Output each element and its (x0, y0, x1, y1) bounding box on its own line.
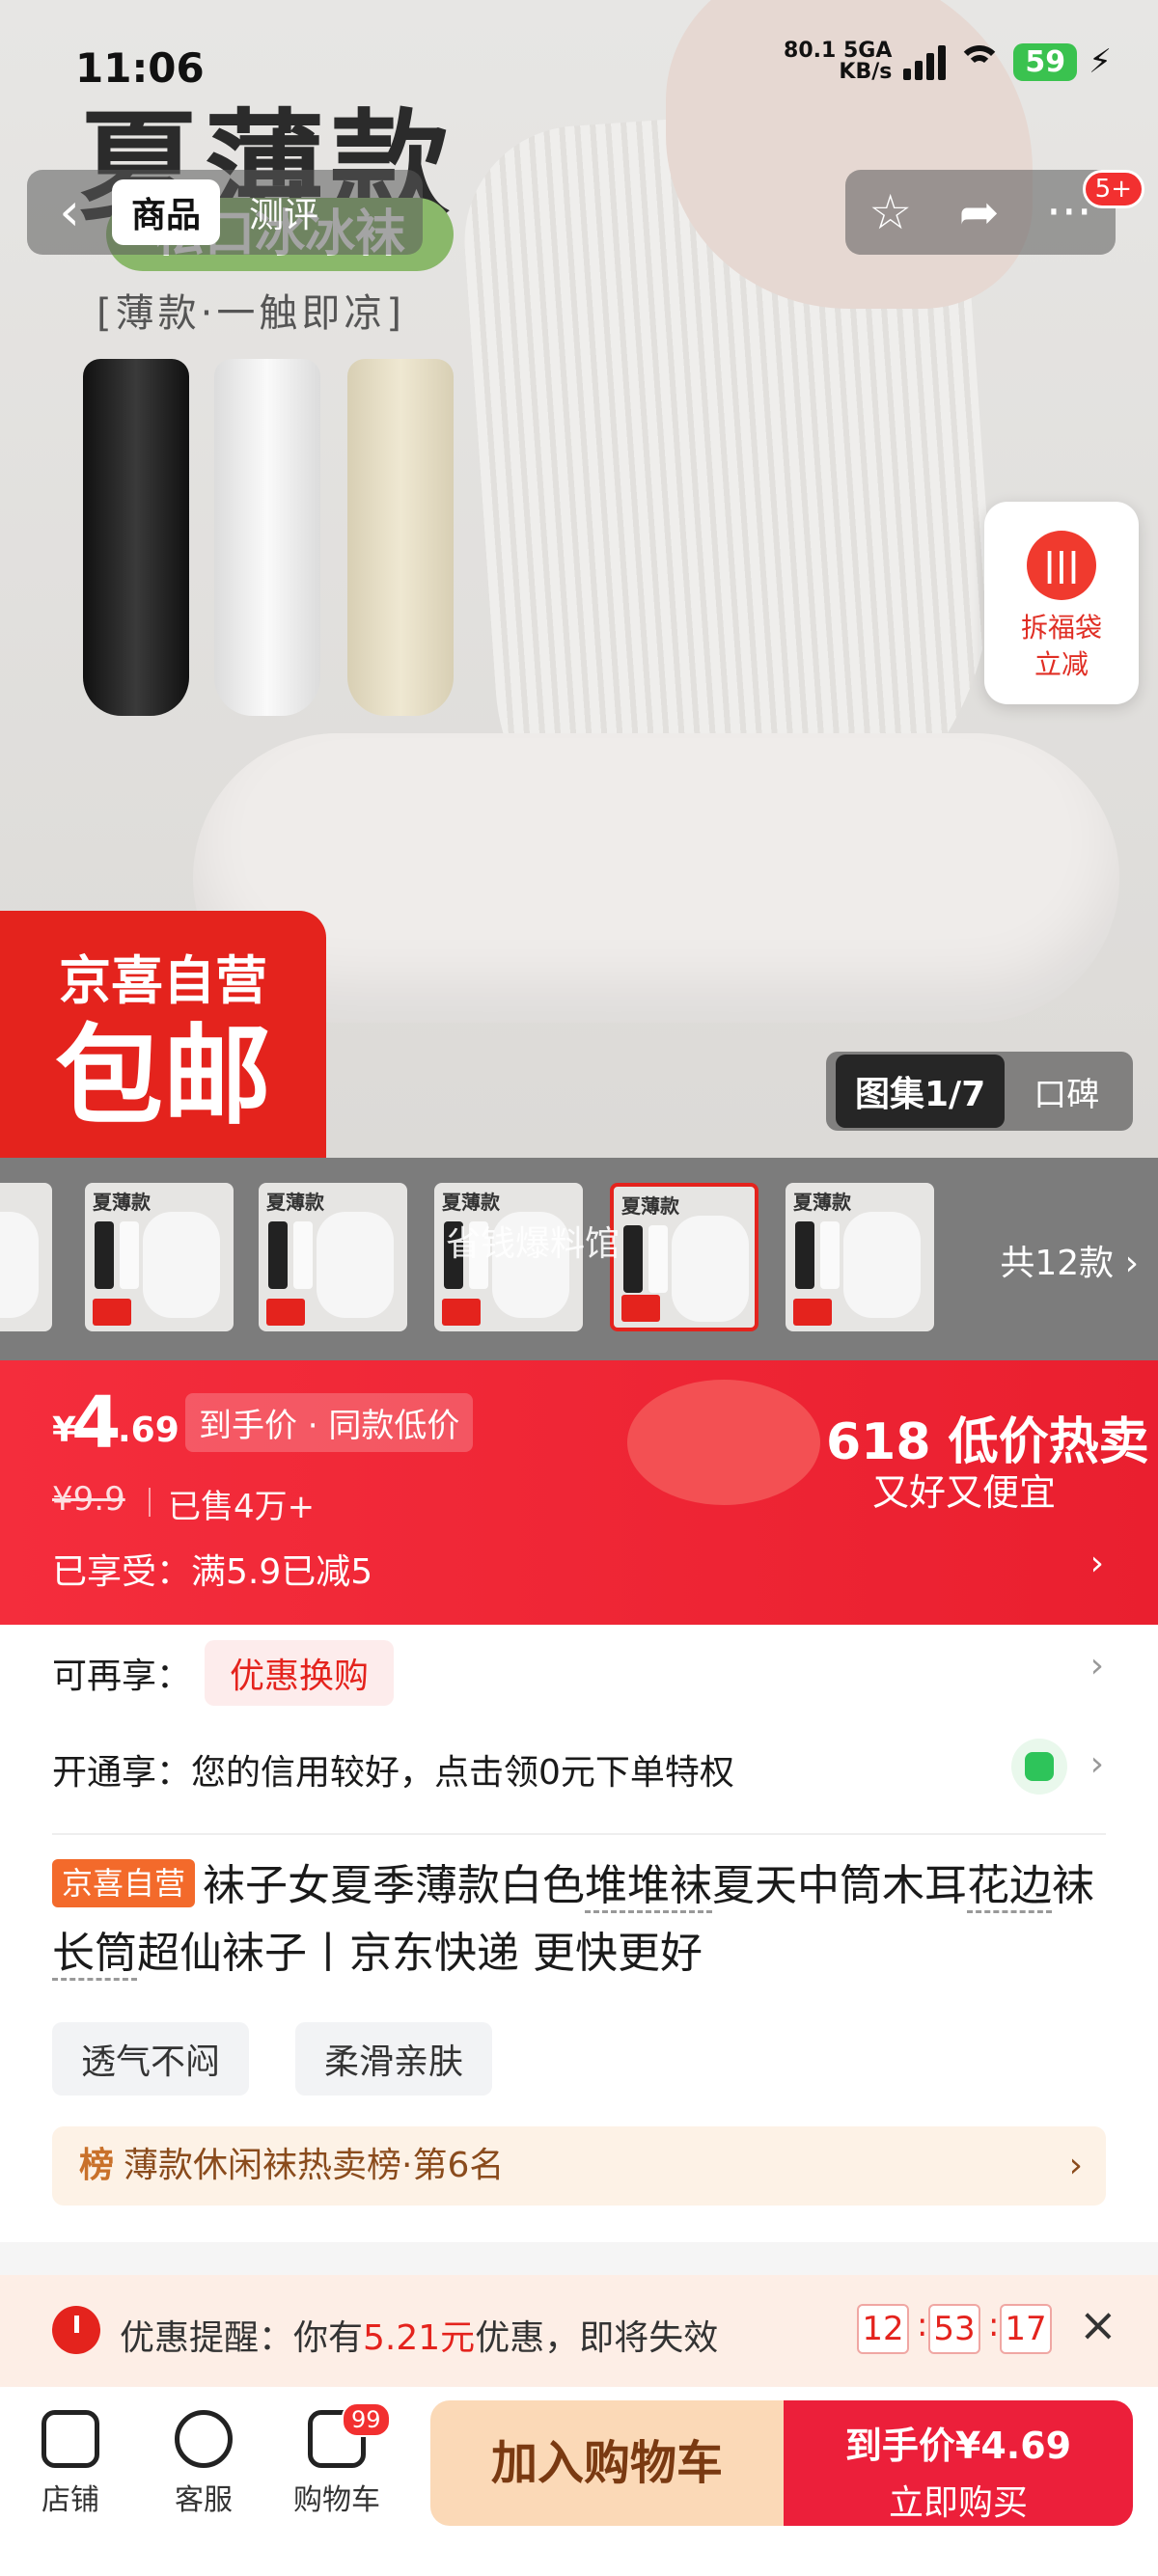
trade-in-chip[interactable]: 优惠换购 (205, 1640, 395, 1706)
coupon-reminder: 优惠提醒：你有5.21元优惠，即将失效 12 : 53 : 17 × (0, 2275, 1158, 2387)
cart-button[interactable]: 99 购物车 (284, 2402, 391, 2518)
bottom-action-bar: 店铺 客服 99 购物车 加入购物车 到手价¥4.69 立即购买 (0, 2387, 1158, 2576)
promo-subtitle: 又好又便宜 (872, 1471, 1057, 1514)
sku-thumbnail[interactable] (0, 1183, 52, 1331)
chevron-right-icon[interactable]: › (1090, 1744, 1104, 1784)
deal-overlay-text: 省钱爆料馆 (446, 1224, 620, 1264)
add-to-cart-button[interactable]: 加入购物车 (430, 2400, 784, 2526)
star-icon[interactable]: ☆ (868, 184, 912, 240)
white-sock-illustration (214, 359, 320, 716)
product-title: 京喜自营 袜子女夏季薄款白色堆堆袜夏天中筒木耳花边袜长筒超仙袜子丨京东快递 更快更… (52, 1852, 1114, 1987)
tab-review[interactable]: 测评 (249, 187, 318, 237)
gallery-switch: 图集1/7 口碑 (826, 1052, 1133, 1131)
sku-thumbnail-strip: 夏薄款 夏薄款 夏薄款 夏薄款 夏薄款 省钱爆料馆 共12款 › (0, 1158, 1158, 1360)
feature-tag: 透气不闷 (52, 2022, 250, 2096)
tab-gallery[interactable]: 图集1/7 (836, 1055, 1006, 1128)
chevron-right-icon[interactable]: › (1090, 1544, 1104, 1583)
clock-icon (52, 2306, 100, 2354)
lucky-bag-line2: 立减 (1034, 648, 1089, 680)
discount-enjoyed[interactable]: 已享受：满5.9已减5 (52, 1544, 372, 1594)
price-integer: 4 (71, 1382, 122, 1465)
ranking-bar[interactable]: 榜薄款休闲袜热卖榜·第6名 › (52, 2126, 1106, 2206)
tab-reputation[interactable]: 口碑 (1034, 1068, 1099, 1115)
buy-now-button[interactable]: 到手价¥4.69 立即购买 (784, 2400, 1133, 2526)
lucky-bag-icon: ||| (1027, 531, 1096, 600)
store-icon (41, 2410, 99, 2468)
nav-tabs: ‹ 商品 测评 (27, 170, 423, 255)
cream-sock-illustration (347, 359, 454, 716)
charging-icon: ⚡ (1089, 42, 1112, 81)
tab-goods[interactable]: 商品 (112, 179, 221, 245)
credit-icon (1011, 1739, 1067, 1795)
hero-slipper-illustration (193, 733, 1119, 1023)
promo-mascot-icon (627, 1380, 820, 1505)
message-badge: 5+ (1082, 170, 1144, 208)
rank-icon: 榜 (79, 2146, 115, 2185)
price-decimal: .69 (118, 1411, 179, 1450)
lucky-bag-line1: 拆福袋 (1020, 612, 1102, 644)
price-tag: 到手价 · 同款低价 (185, 1393, 474, 1452)
status-icons: 80.1 5GA KB/s 59 ⚡ (784, 41, 1112, 83)
service-button[interactable]: 客服 (151, 2410, 257, 2518)
chevron-right-icon[interactable]: › (1090, 1646, 1104, 1685)
all-sku-link[interactable]: 共12款 › (1000, 1235, 1139, 1285)
reminder-text: 优惠提醒：你有5.21元优惠，即将失效 (120, 2318, 719, 2358)
product-info-card: 可再享： 优惠换购 › 开通享：您的信用较好，点击领0元下单特权 › 京喜自营 袜子… (0, 1625, 1158, 2242)
cart-badge: 99 (342, 2402, 391, 2437)
back-icon[interactable]: ‹ (27, 170, 112, 255)
battery-indicator: 59 (1013, 42, 1078, 81)
network-speed: 80.1 5GA KB/s (784, 39, 893, 84)
sold-count: 已售4万+ (148, 1480, 315, 1527)
lucky-bag-button[interactable]: ||| 拆福袋 立减 (984, 502, 1139, 704)
store-button[interactable]: 店铺 (17, 2410, 124, 2518)
credit-offer-row[interactable]: 开通享：您的信用较好，点击领0元下单特权 (52, 1744, 734, 1795)
sku-thumbnail[interactable]: 夏薄款 (85, 1183, 234, 1331)
service-icon (175, 2410, 233, 2468)
countdown-minutes: 53 (928, 2304, 980, 2354)
countdown-seconds: 17 (1000, 2304, 1052, 2354)
more-offers-row[interactable]: 可再享： 优惠换购 (52, 1640, 395, 1706)
sku-thumbnail[interactable]: 夏薄款 (786, 1183, 934, 1331)
product-page: 夏薄款 松口冰冰袜 [薄款·一触即凉] 11:06 80.1 5GA KB/s … (0, 0, 1158, 2576)
divider (52, 1833, 1106, 1835)
chevron-right-icon: › (1068, 2146, 1083, 2185)
sku-thumbnail[interactable]: 夏薄款 (259, 1183, 407, 1331)
feature-tag: 柔滑亲肤 (295, 2022, 493, 2096)
signal-icon (903, 43, 947, 80)
black-sock-illustration (83, 359, 189, 716)
close-icon[interactable]: × (1079, 2298, 1117, 2352)
status-time: 11:06 (75, 44, 205, 92)
price-banner: ¥ 4 .69 到手价 · 同款低价 ¥9.9 已售4万+ 618 低价热卖 又… (0, 1360, 1158, 1625)
keyword-link[interactable]: 长筒 (52, 1929, 137, 1981)
keyword-link[interactable]: 堆堆袜 (585, 1861, 713, 1913)
product-hero-image[interactable]: 夏薄款 松口冰冰袜 [薄款·一触即凉] 11:06 80.1 5GA KB/s … (0, 0, 1158, 1158)
keyword-link[interactable]: 花边 (967, 1861, 1053, 1913)
sku-thumbnail-selected[interactable]: 夏薄款 (610, 1183, 758, 1331)
nav-actions: ☆ ➦ ··· (845, 170, 1116, 255)
hero-subtitle: [薄款·一触即凉] (96, 291, 405, 336)
store-shipping-badge: 京喜自营 包邮 (0, 911, 326, 1158)
wifi-icon (957, 45, 1003, 78)
countdown-hours: 12 (857, 2304, 909, 2354)
share-icon[interactable]: ➦ (959, 184, 1000, 240)
original-price: ¥9.9 (52, 1480, 125, 1519)
store-tag: 京喜自营 (52, 1859, 196, 1907)
